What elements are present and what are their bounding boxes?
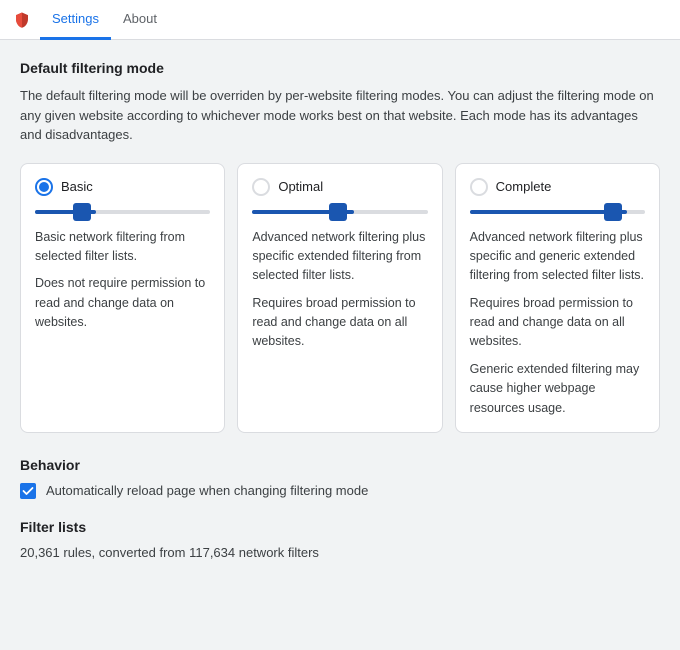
card-optimal-text-1: Advanced network filtering plus specific…	[252, 228, 427, 286]
filtering-mode-section: Default filtering mode The default filte…	[20, 60, 660, 433]
card-complete-text-2: Requires broad permission to read and ch…	[470, 294, 645, 352]
card-basic-text-1: Basic network filtering from selected fi…	[35, 228, 210, 267]
card-basic-label: Basic	[61, 179, 93, 194]
radio-optimal[interactable]	[252, 178, 270, 196]
filter-lists-section: Filter lists 20,361 rules, converted fro…	[20, 519, 660, 560]
tab-about-label: About	[123, 11, 157, 26]
card-basic-header: Basic	[35, 178, 210, 196]
filtering-mode-description: The default filtering mode will be overr…	[20, 86, 660, 145]
card-complete-text: Advanced network filtering plus specific…	[470, 228, 645, 418]
checkbox-auto-reload-label: Automatically reload page when changing …	[46, 483, 368, 498]
tab-settings-label: Settings	[52, 11, 99, 26]
card-optimal-text: Advanced network filtering plus specific…	[252, 228, 427, 352]
tab-settings[interactable]: Settings	[40, 0, 111, 40]
card-basic-text: Basic network filtering from selected fi…	[35, 228, 210, 333]
card-optimal-label: Optimal	[278, 179, 323, 194]
app-icon	[12, 10, 32, 30]
behavior-section: Behavior Automatically reload page when …	[20, 457, 660, 499]
tabs-bar: Settings About	[0, 0, 680, 40]
filter-lists-title: Filter lists	[20, 519, 660, 535]
radio-complete[interactable]	[470, 178, 488, 196]
checkbox-auto-reload[interactable]	[20, 483, 36, 499]
card-optimal[interactable]: Optimal Advanced network filtering plus …	[237, 163, 442, 433]
filtering-mode-title: Default filtering mode	[20, 60, 660, 76]
slider-optimal[interactable]	[252, 206, 427, 218]
cards-container: Basic Basic network filtering from selec…	[20, 163, 660, 433]
card-optimal-text-2: Requires broad permission to read and ch…	[252, 294, 427, 352]
slider-basic[interactable]	[35, 206, 210, 218]
card-optimal-header: Optimal	[252, 178, 427, 196]
card-complete[interactable]: Complete Advanced network filtering plus…	[455, 163, 660, 433]
filter-lists-info: 20,361 rules, converted from 117,634 net…	[20, 545, 660, 560]
card-complete-text-3: Generic extended filtering may cause hig…	[470, 360, 645, 418]
checkbox-row[interactable]: Automatically reload page when changing …	[20, 483, 660, 499]
card-basic-text-2: Does not require permission to read and …	[35, 274, 210, 332]
card-complete-header: Complete	[470, 178, 645, 196]
slider-complete[interactable]	[470, 206, 645, 218]
main-content: Default filtering mode The default filte…	[0, 40, 680, 580]
behavior-title: Behavior	[20, 457, 660, 473]
card-complete-label: Complete	[496, 179, 552, 194]
card-basic[interactable]: Basic Basic network filtering from selec…	[20, 163, 225, 433]
card-complete-text-1: Advanced network filtering plus specific…	[470, 228, 645, 286]
radio-basic[interactable]	[35, 178, 53, 196]
tab-about[interactable]: About	[111, 0, 169, 40]
